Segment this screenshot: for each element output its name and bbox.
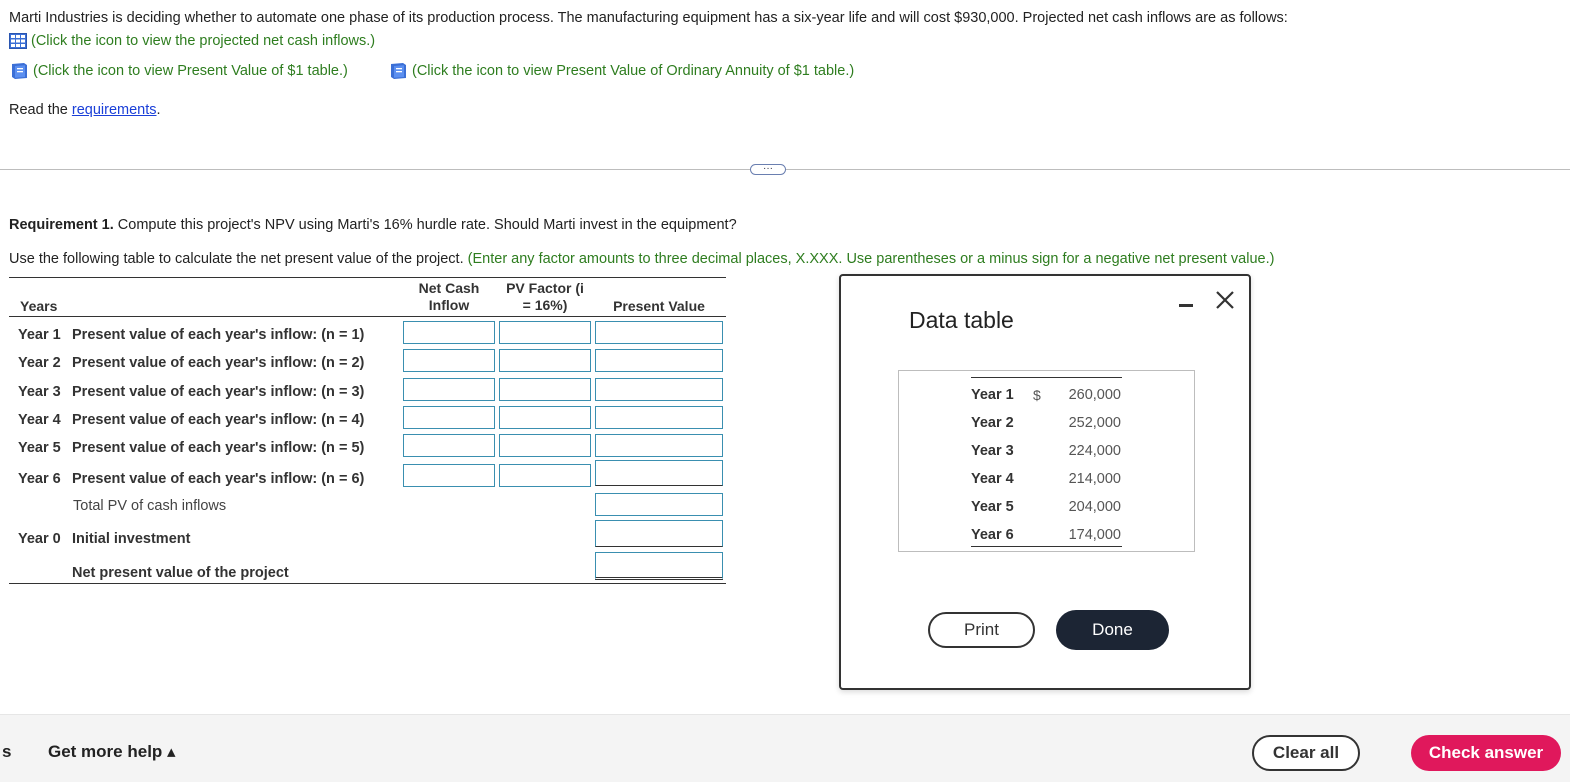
cash-inflows-link-row[interactable]: (Click the icon to view the projected ne… (9, 33, 375, 49)
read-suffix: . (156, 102, 161, 118)
modal-title: Data table (909, 307, 1014, 333)
data-year-label: Year 6 (971, 527, 1014, 543)
check-answer-button[interactable]: Check answer (1411, 735, 1561, 771)
data-bottom-rule (971, 546, 1122, 547)
done-button[interactable]: Done (1056, 610, 1169, 650)
pv1-link-row[interactable]: (Click the icon to view Present Value of… (9, 61, 348, 81)
row-year-label: Year 1 (18, 327, 61, 343)
data-value: 224,000 (1068, 443, 1121, 459)
total-pv-label: Total PV of cash inflows (73, 498, 227, 514)
present-value-input-year4[interactable] (595, 406, 723, 429)
table-top-rule (9, 277, 726, 278)
row-description: Present value of each year's inflow: (n … (72, 440, 365, 456)
data-value: 174,000 (1068, 527, 1121, 543)
net-cash-inflow-input-year4[interactable] (403, 406, 495, 429)
data-year-label: Year 1 (971, 387, 1014, 403)
col-header-net-cash-line1: Net Cash (418, 280, 480, 296)
close-icon[interactable] (1213, 288, 1237, 312)
cash-inflows-link-text[interactable]: (Click the icon to view the projected ne… (31, 33, 375, 49)
read-requirements-line: Read the requirements. (9, 102, 161, 118)
col-header-present-value: Present Value (613, 298, 705, 314)
row-year-label: Year 6 (18, 471, 61, 487)
row-description: Present value of each year's inflow: (n … (72, 412, 365, 428)
row-description: Present value of each year's inflow: (n … (72, 471, 365, 487)
present-value-input-year3[interactable] (595, 378, 723, 401)
data-value: 204,000 (1068, 499, 1121, 515)
row-year-label: Year 4 (18, 412, 61, 428)
col-header-pv-factor-line1: PV Factor (i (506, 280, 584, 296)
book-icon[interactable] (388, 61, 408, 81)
data-year-label: Year 4 (971, 471, 1014, 487)
year0-label: Year 0 (18, 531, 61, 547)
present-value-input-year5[interactable] (595, 434, 723, 457)
pv1-link-text[interactable]: (Click the icon to view Present Value of… (33, 63, 348, 79)
net-cash-inflow-input-year1[interactable] (403, 321, 495, 344)
header-rule (9, 316, 726, 317)
expand-button[interactable]: ··· (750, 164, 786, 175)
data-value: 260,000 (1068, 387, 1121, 403)
requirements-link[interactable]: requirements (72, 102, 157, 118)
table-grid-icon[interactable] (9, 33, 27, 49)
pv-factor-input-year1[interactable] (499, 321, 591, 344)
col-header-net-cash: Net Cash Inflow (403, 280, 495, 314)
net-cash-inflow-input-year2[interactable] (403, 349, 495, 372)
present-value-input-year2[interactable] (595, 349, 723, 372)
footer-fragment: s (2, 742, 12, 761)
minimize-icon[interactable] (1179, 304, 1193, 307)
clear-all-button[interactable]: Clear all (1252, 735, 1360, 771)
present-value-input-year6[interactable] (595, 460, 723, 486)
col-header-years: Years (20, 298, 58, 314)
data-value: 252,000 (1068, 415, 1121, 431)
book-icon[interactable] (9, 61, 29, 81)
requirement-text: Compute this project's NPV using Marti's… (117, 217, 737, 233)
col-header-pv-factor: PV Factor (i = 16%) (499, 280, 591, 314)
row-year-label: Year 3 (18, 384, 61, 400)
print-button[interactable]: Print (928, 612, 1035, 648)
row-description: Present value of each year's inflow: (n … (72, 384, 365, 400)
present-value-input-year1[interactable] (595, 321, 723, 344)
instruction-line: Use the following table to calculate the… (9, 251, 1274, 267)
row-year-label: Year 2 (18, 355, 61, 371)
net-cash-inflow-input-year6[interactable] (403, 464, 495, 487)
npv-input[interactable] (595, 552, 723, 580)
pv-factor-input-year6[interactable] (499, 464, 591, 487)
row-year-label: Year 5 (18, 440, 61, 456)
pv-factor-input-year3[interactable] (499, 378, 591, 401)
pv-factor-input-year4[interactable] (499, 406, 591, 429)
requirement-label: Requirement 1. (9, 217, 114, 233)
col-header-pv-factor-line2: = 16%) (522, 297, 568, 313)
initial-investment-input[interactable] (595, 520, 723, 547)
col-header-net-cash-line2: Inflow (428, 297, 470, 313)
data-year-label: Year 3 (971, 443, 1014, 459)
pvoa-link-row[interactable]: (Click the icon to view Present Value of… (388, 61, 854, 81)
npv-label: Net present value of the project (72, 565, 289, 581)
row-description: Present value of each year's inflow: (n … (72, 355, 365, 371)
pvoa-link-text[interactable]: (Click the icon to view Present Value of… (412, 63, 854, 79)
initial-investment-label: Initial investment (72, 531, 191, 547)
currency-symbol: $ (1033, 387, 1041, 403)
requirement-line: Requirement 1. Compute this project's NP… (9, 217, 737, 233)
net-cash-inflow-input-year3[interactable] (403, 378, 495, 401)
problem-statement: Marti Industries is deciding whether to … (9, 10, 1288, 26)
pv-factor-input-year5[interactable] (499, 434, 591, 457)
read-prefix: Read the (9, 102, 68, 118)
data-table-modal: Data table Year 1 $ 260,000 Year 2 252,0… (839, 274, 1251, 690)
table-bottom-rule (9, 583, 726, 584)
row-description: Present value of each year's inflow: (n … (72, 327, 365, 343)
data-value: 214,000 (1068, 471, 1121, 487)
instruction-hint: (Enter any factor amounts to three decim… (467, 251, 1275, 267)
cash-inflows-data-box: Year 1 $ 260,000 Year 2 252,000 Year 3 2… (898, 370, 1195, 552)
total-pv-input[interactable] (595, 493, 723, 516)
data-top-rule (971, 377, 1122, 378)
net-cash-inflow-input-year5[interactable] (403, 434, 495, 457)
pv-factor-input-year2[interactable] (499, 349, 591, 372)
instruction-text: Use the following table to calculate the… (9, 251, 464, 267)
data-year-label: Year 2 (971, 415, 1014, 431)
data-year-label: Year 5 (971, 499, 1014, 515)
get-more-help-button[interactable]: Get more help ▴ (48, 742, 176, 762)
